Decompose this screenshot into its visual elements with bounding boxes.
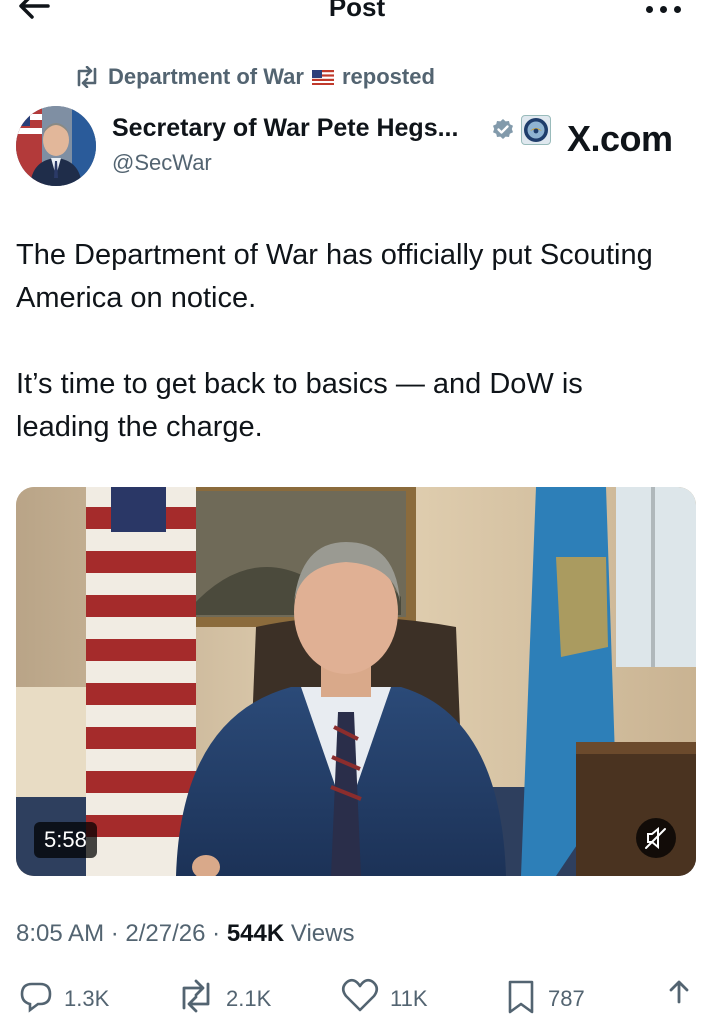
reply-count: 1.3K	[64, 986, 110, 1011]
muted-speaker-icon	[645, 826, 666, 850]
more-button[interactable]	[644, 0, 684, 20]
x-com-watermark: X.com	[567, 118, 673, 159]
repost-context[interactable]: Department of War reposted	[74, 62, 435, 92]
views-count: 544K	[226, 920, 285, 947]
repost-account: Department of War	[108, 64, 304, 89]
top-bar: Post	[0, 0, 714, 30]
bookmark-button[interactable]: 787	[504, 978, 585, 1014]
video-player[interactable]	[16, 487, 696, 876]
page-title: Post	[328, 0, 386, 22]
repost-button[interactable]: 2.1K	[176, 978, 271, 1014]
action-bar: 1.3K 2.1K 11K 787	[0, 978, 714, 1018]
repost-icon	[182, 979, 210, 1013]
post-date: 2/27/26	[125, 920, 206, 947]
affiliate-seal-icon[interactable]	[521, 115, 551, 145]
like-button[interactable]: 11K	[340, 978, 428, 1014]
repost-count: 2.1K	[226, 986, 272, 1011]
repost-icon	[77, 66, 97, 88]
avatar-image	[16, 106, 96, 186]
views-label: Views	[290, 920, 355, 947]
post-time: 8:05 AM	[16, 920, 105, 947]
mute-button[interactable]	[636, 818, 676, 858]
like-count: 11K	[390, 986, 428, 1011]
reply-icon	[20, 982, 52, 1013]
reply-button[interactable]: 1.3K	[18, 978, 109, 1014]
tweet-text: The Department of War has officially put…	[16, 234, 676, 449]
tweet-paragraph-1: The Department of War has officially put…	[16, 239, 653, 314]
video-frame	[16, 487, 696, 876]
post-meta: 8:05 AM · 2/27/26 · 544K Views	[16, 920, 355, 947]
share-button[interactable]	[664, 978, 694, 1014]
repost-suffix: reposted	[341, 64, 435, 89]
verified-badge-icon	[493, 119, 513, 139]
bookmark-icon	[508, 980, 534, 1014]
us-flag-icon	[311, 69, 334, 85]
tweet-paragraph-2: It’s time to get back to basics — and Do…	[16, 368, 583, 443]
author-handle[interactable]: @SecWar	[112, 150, 212, 176]
video-duration: 5:58	[34, 822, 97, 858]
avatar[interactable]	[16, 106, 96, 186]
author-name[interactable]: Secretary of War Pete Hegs...	[112, 114, 458, 143]
share-icon	[669, 980, 689, 1004]
heart-icon	[341, 978, 379, 1012]
bookmark-count: 787	[548, 986, 585, 1011]
more-icon	[646, 6, 653, 13]
